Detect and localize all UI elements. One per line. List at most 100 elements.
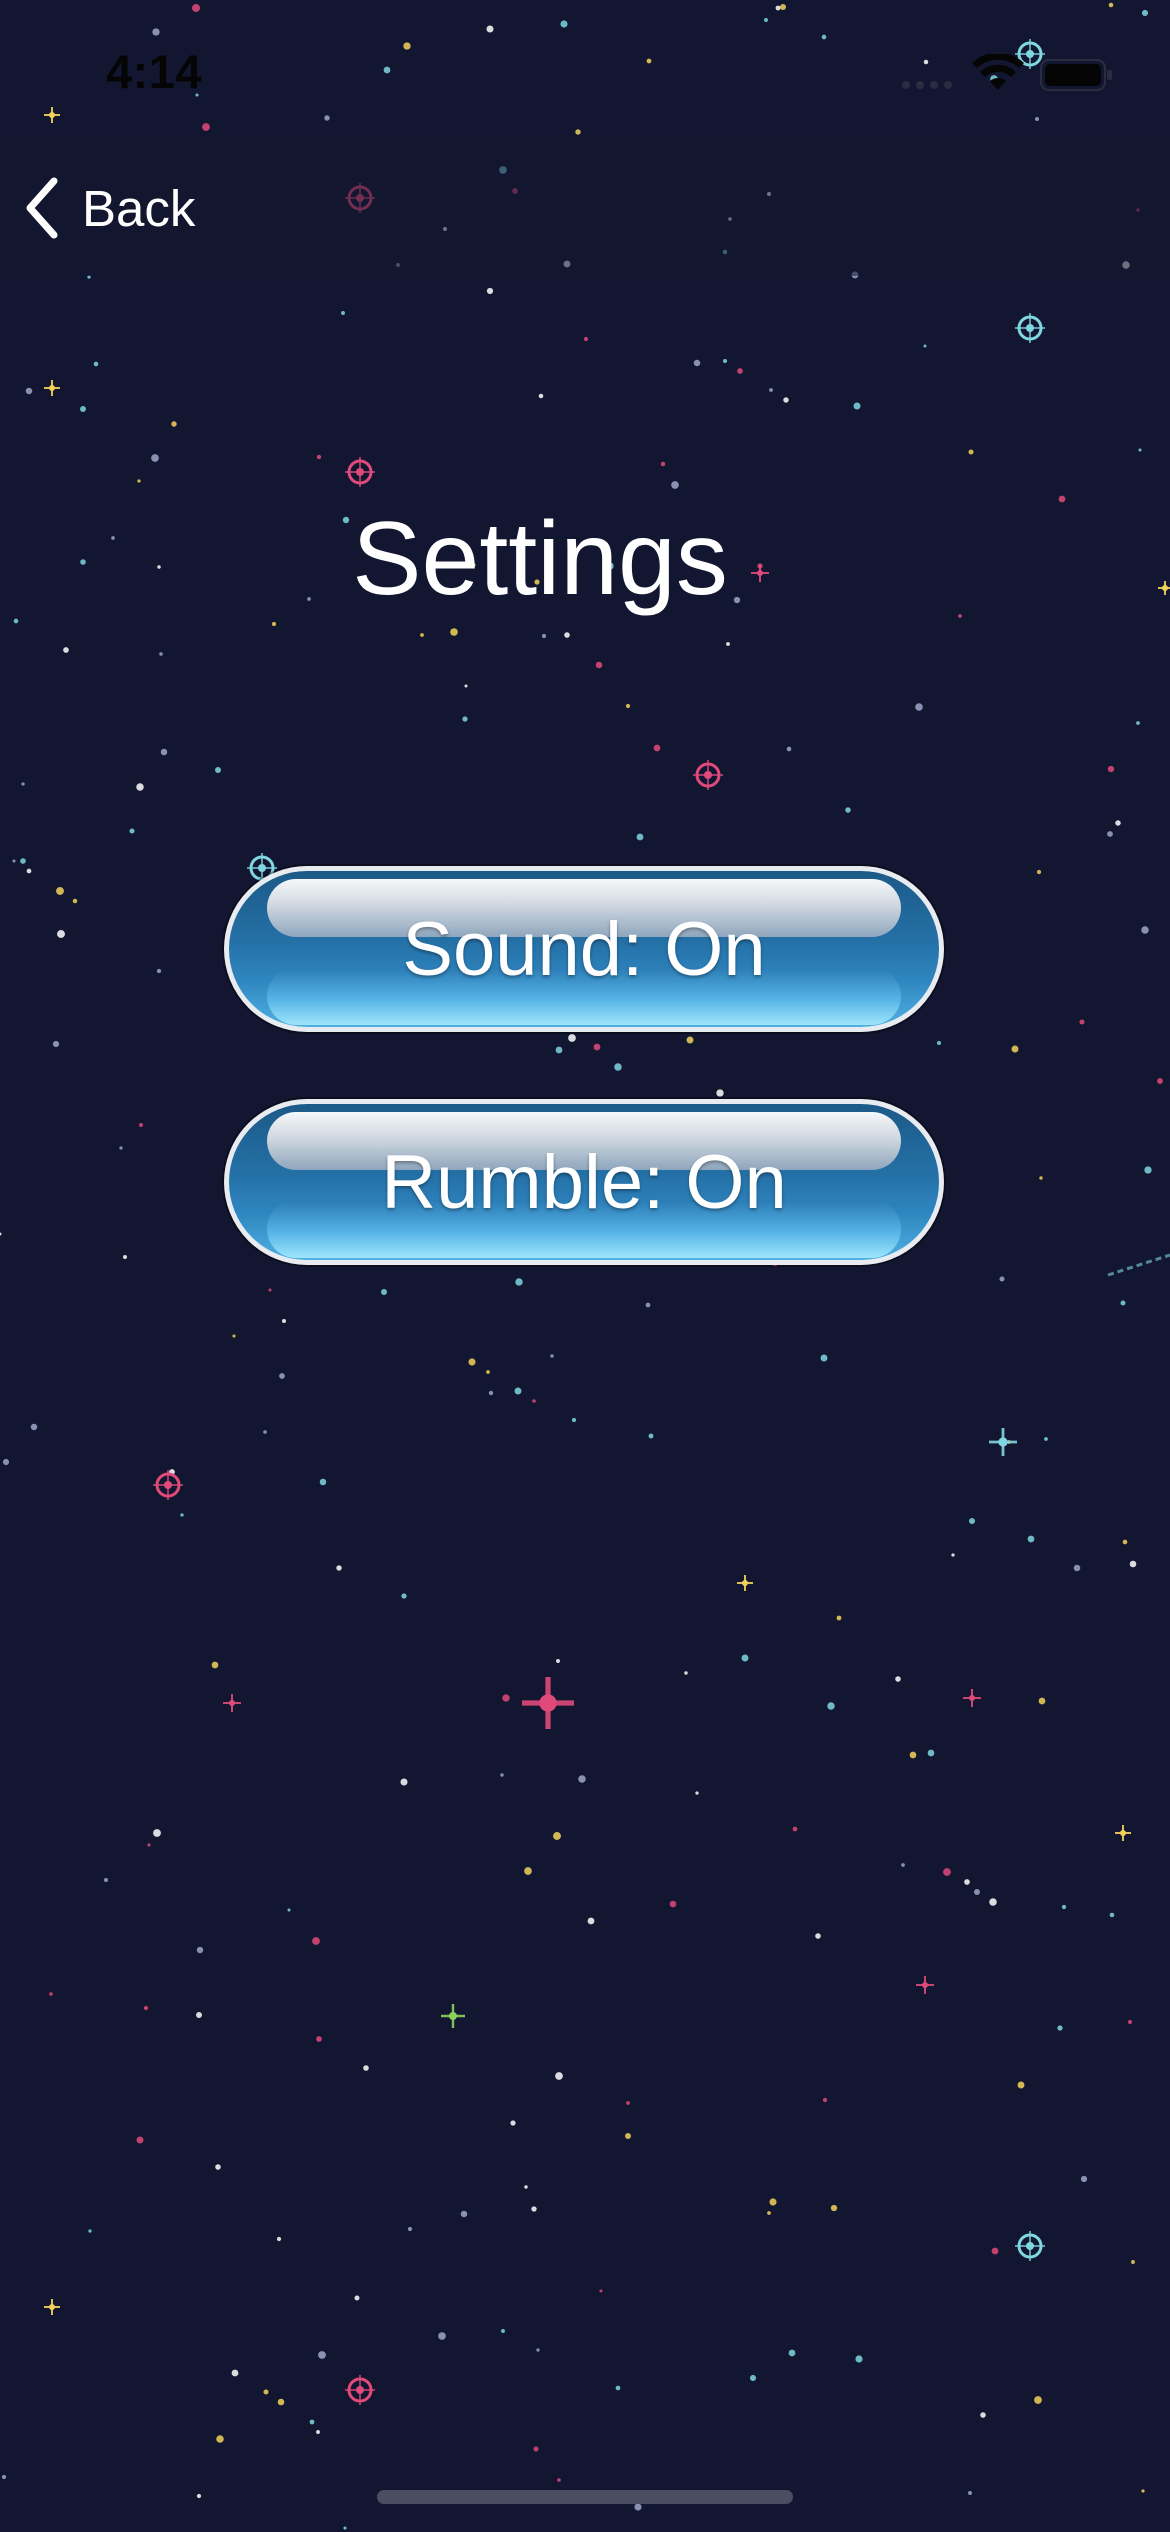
star-dot [648, 1433, 654, 1439]
sparkle-star [1115, 1825, 1131, 1841]
star-dot [515, 1278, 523, 1286]
star-dot [277, 2398, 285, 2406]
star-dot [927, 1749, 935, 1757]
star-dot [72, 898, 78, 904]
sparkle-star [441, 2004, 465, 2028]
star-dot [263, 1430, 267, 1434]
star-dot [587, 1917, 595, 1925]
star-dot [1107, 831, 1113, 837]
star-dot [568, 1034, 576, 1042]
starfield-background [0, 2, 1170, 2530]
star-dot [550, 1354, 554, 1358]
back-button[interactable]: Back [22, 168, 195, 248]
sparkle-star [737, 1575, 753, 1591]
ringed-star [693, 760, 723, 790]
star-dot [25, 387, 33, 395]
star-dot [180, 1513, 184, 1517]
rumble-toggle-button[interactable]: Rumble: On [224, 1099, 944, 1265]
star-dot [49, 1992, 53, 1996]
star-dot [56, 887, 64, 895]
star-dot [943, 1868, 951, 1876]
star-dot [271, 621, 277, 627]
ringed-star [345, 457, 375, 487]
star-dot [726, 642, 730, 646]
star-dot [460, 2210, 468, 2218]
star-dot [88, 2229, 92, 2233]
star-dot [660, 461, 666, 467]
star-dot [625, 2133, 631, 2139]
star-dot [599, 2289, 603, 2293]
star-dot [1141, 2489, 1145, 2493]
star-dot [936, 1040, 942, 1046]
star-dot [895, 1676, 901, 1682]
star-dot [103, 1877, 109, 1883]
star-dot [855, 2355, 863, 2363]
star-dot [1, 2474, 7, 2480]
star-dot [196, 2012, 202, 2018]
star-dot [967, 2490, 973, 2496]
star-dot [578, 1775, 586, 1783]
star-dot [555, 1046, 563, 1054]
star-dot [968, 1517, 976, 1525]
star-dot [783, 397, 789, 403]
star-dot [281, 1318, 287, 1324]
star-dot [1131, 2260, 1135, 2264]
star-dot [279, 1373, 285, 1379]
sparkle-star [44, 2299, 60, 2315]
star-dot [741, 1654, 749, 1662]
sparkle-star [916, 1976, 934, 1994]
star-dot [401, 1593, 407, 1599]
star-dot [122, 1254, 128, 1260]
star-dot [263, 2389, 269, 2395]
star-dot [1061, 1904, 1067, 1910]
star-dot [1027, 1535, 1035, 1543]
star-dot [316, 454, 322, 460]
star-dot [634, 2503, 642, 2511]
star-dot [951, 1553, 955, 1557]
star-dot [615, 2385, 621, 2391]
star-dot [769, 388, 773, 392]
star-dot [625, 703, 631, 709]
star-dot [571, 1417, 577, 1423]
star-dot [524, 2185, 528, 2189]
ringed-star [1015, 313, 1045, 343]
star-dot [1144, 1166, 1152, 1174]
star-dot [901, 1863, 905, 1867]
star-dot [510, 2120, 516, 2126]
star-dot [13, 618, 19, 624]
star-dot [1129, 1560, 1137, 1568]
star-dot [63, 647, 69, 653]
star-dot [964, 1879, 970, 1885]
star-dot [363, 2065, 369, 2071]
star-dot [538, 393, 544, 399]
rumble-toggle-label: Rumble: On [381, 1139, 787, 1225]
star-dot [52, 1040, 60, 1048]
star-dot [980, 2412, 986, 2418]
star-dot [1073, 1564, 1081, 1572]
star-dot [136, 2136, 144, 2144]
star-dot [626, 2101, 630, 2105]
star-dot [438, 2332, 446, 2340]
back-label: Back [82, 179, 196, 237]
star-dot [1034, 2396, 1042, 2404]
star-dot [1115, 820, 1121, 826]
star-dot [999, 1276, 1005, 1282]
star-dot [716, 1089, 724, 1097]
star-dot [769, 2198, 777, 2206]
sound-toggle-button[interactable]: Sound: On [224, 866, 944, 1032]
star-dot [1122, 1539, 1128, 1545]
star-dot [671, 481, 679, 489]
star-dot [737, 368, 743, 374]
star-dot [645, 1302, 651, 1308]
wifi-icon [972, 54, 1024, 90]
star-dot [57, 930, 65, 938]
star-dot [137, 479, 141, 483]
star-dot [336, 1565, 342, 1571]
star-dot [836, 1615, 842, 1621]
star-dot [354, 2295, 360, 2301]
home-indicator[interactable] [377, 2490, 793, 2504]
star-dot [653, 744, 661, 752]
star-dot [845, 807, 851, 813]
star-dot [0, 1232, 2, 1236]
star-dot [595, 661, 603, 669]
